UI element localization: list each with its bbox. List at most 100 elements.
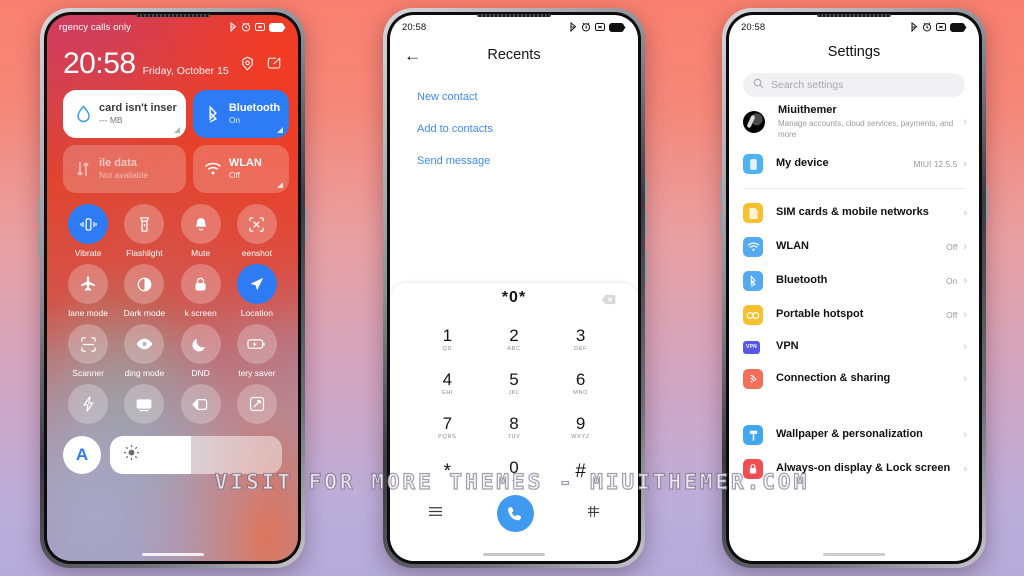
list-divider [743, 188, 965, 190]
quick-tile-location[interactable]: Location [229, 264, 285, 322]
key-letters: ABC [507, 345, 521, 352]
edit-icon[interactable] [267, 56, 282, 76]
phone-handset-icon [507, 506, 521, 520]
key-digit: 7 [442, 413, 453, 433]
quick-tile-airplane-mode[interactable]: lane mode [60, 264, 116, 322]
settings-row-portable-hotspot[interactable]: Portable hotspot Off › [729, 298, 979, 332]
status-time: 20:58 [741, 21, 766, 33]
silent-icon [255, 23, 265, 31]
home-gesture-bar[interactable] [141, 553, 204, 556]
tile-subtitle: Not available [99, 170, 149, 181]
search-settings-field[interactable]: Search settings [743, 73, 965, 97]
dialpad-key-2[interactable]: 2 ABC [481, 319, 548, 359]
tile-sim-data[interactable]: card isn't inser --- MB [63, 90, 186, 138]
quick-tile-scanner[interactable]: Scanner [60, 324, 116, 382]
scanner-icon [68, 324, 109, 364]
link-send-message[interactable]: Send message [390, 145, 638, 177]
settings-row-account[interactable]: Miuithemer Manage accounts, cloud servic… [729, 97, 979, 147]
alarm-icon [241, 22, 251, 32]
tile-bluetooth[interactable]: Bluetooth On [192, 90, 290, 138]
quick-tile-flashlight[interactable]: Flashlight [116, 204, 172, 262]
tile-expand-corner[interactable] [277, 182, 284, 188]
settings-gear-icon[interactable] [240, 56, 255, 76]
home-gesture-bar[interactable] [823, 553, 885, 556]
auto-brightness-button[interactable]: A [63, 436, 101, 474]
quick-tile-label: ding mode [124, 368, 165, 378]
quick-tile-dark-mode[interactable]: Dark mode [116, 264, 172, 322]
backspace-icon[interactable] [601, 292, 616, 310]
volume-down-button[interactable] [38, 230, 40, 256]
quick-tile-cast-screen[interactable] [116, 384, 172, 424]
key-letters: GHI [441, 389, 454, 396]
quick-tile-mute[interactable]: Mute [173, 204, 229, 262]
home-gesture-bar[interactable] [483, 553, 545, 556]
quick-tile-vibrate[interactable]: Vibrate [60, 204, 116, 262]
power-button[interactable] [305, 208, 307, 242]
chevron-right-icon: › [963, 275, 967, 288]
settings-row-label: Always-on display & Lock screen [776, 462, 951, 475]
settings-row-always-on-display[interactable]: Always-on display & Lock screen › [729, 452, 979, 486]
volume-up-button[interactable] [38, 198, 40, 224]
dialpad-key-4[interactable]: 4 GHI [414, 363, 481, 403]
quick-tile-battery-saver[interactable]: tery saver [229, 324, 285, 382]
settings-row-wlan[interactable]: WLAN Off › [729, 230, 979, 264]
status-time: 20:58 [402, 21, 427, 33]
quick-tile-sync-rotate[interactable] [229, 384, 285, 424]
dialpad-key-5[interactable]: 5 JKL [481, 363, 548, 403]
mobile-data-icon [72, 160, 94, 178]
volume-down-button[interactable] [645, 210, 647, 236]
volume-up-button[interactable] [720, 178, 722, 204]
quick-tile-lightning[interactable] [60, 384, 116, 424]
bluetooth-icon [202, 104, 224, 124]
dialpad-key-0[interactable]: 0 + [481, 451, 548, 491]
quick-tile-reading-mode[interactable]: ding mode [116, 324, 172, 382]
dialpad-key-3[interactable]: 3 DEF [547, 319, 614, 359]
dialpad-key-7[interactable]: 7 PQRS [414, 407, 481, 447]
settings-list: Miuithemer Manage accounts, cloud servic… [729, 97, 979, 486]
settings-row-connection-sharing[interactable]: Connection & sharing › [729, 362, 979, 396]
key-digit: 6 [575, 369, 586, 389]
key-digit: 8 [509, 413, 519, 433]
quick-tile-lock-screen[interactable]: k screen [173, 264, 229, 322]
settings-row-label: My device [776, 157, 829, 170]
dialpad-key-6[interactable]: 6 MNO [547, 363, 614, 403]
status-icons [570, 22, 626, 32]
quick-tile-reading-color[interactable] [173, 384, 229, 424]
volume-down-button[interactable] [720, 210, 722, 236]
dialed-number[interactable]: *0* [502, 289, 526, 307]
volume-up-button[interactable] [645, 178, 647, 204]
bluetooth-icon [230, 22, 237, 32]
brightness-slider[interactable] [110, 436, 282, 474]
sim-card-icon [743, 203, 763, 224]
clock-action-icons [240, 56, 282, 76]
link-new-contact[interactable]: New contact [390, 81, 638, 113]
quick-tile-screenshot[interactable]: eenshot [229, 204, 285, 262]
menu-icon[interactable] [428, 505, 443, 523]
settings-row-vpn[interactable]: VPN VPN › [729, 332, 979, 362]
quick-tile-dnd[interactable]: DND [173, 324, 229, 382]
dialpad-key-9[interactable]: 9 WXYZ [547, 407, 614, 447]
dialpad-key-hash[interactable]: # [547, 451, 614, 491]
battery-icon [609, 22, 626, 32]
settings-row-bluetooth[interactable]: Bluetooth On › [729, 264, 979, 298]
tile-wlan[interactable]: WLAN Off [192, 145, 290, 193]
chevron-right-icon: › [963, 158, 967, 171]
tile-expand-corner[interactable] [277, 127, 284, 133]
dialpad-key-1[interactable]: 1 QD [414, 319, 481, 359]
key-digit: 3 [575, 325, 586, 345]
dialpad-key-star[interactable]: * [414, 451, 481, 491]
tile-expand-corner[interactable] [173, 127, 180, 133]
silent-icon [936, 23, 946, 31]
settings-row-wallpaper[interactable]: Wallpaper & personalization › [729, 418, 979, 452]
settings-row-my-device[interactable]: My device MIUI 12.5.5 › [729, 147, 979, 181]
dialpad-key-8[interactable]: 8 TUV [481, 407, 548, 447]
power-button[interactable] [645, 250, 647, 284]
power-button[interactable] [986, 188, 988, 222]
link-add-to-contacts[interactable]: Add to contacts [390, 113, 638, 145]
tile-mobile-data[interactable]: ile data Not available [63, 145, 186, 193]
settings-row-sim-cards[interactable]: SIM cards & mobile networks › [729, 196, 979, 230]
call-button[interactable] [496, 495, 534, 532]
wifi-icon [743, 237, 763, 258]
tile-subtitle: Off [228, 170, 240, 181]
keypad-icon[interactable] [587, 505, 600, 523]
